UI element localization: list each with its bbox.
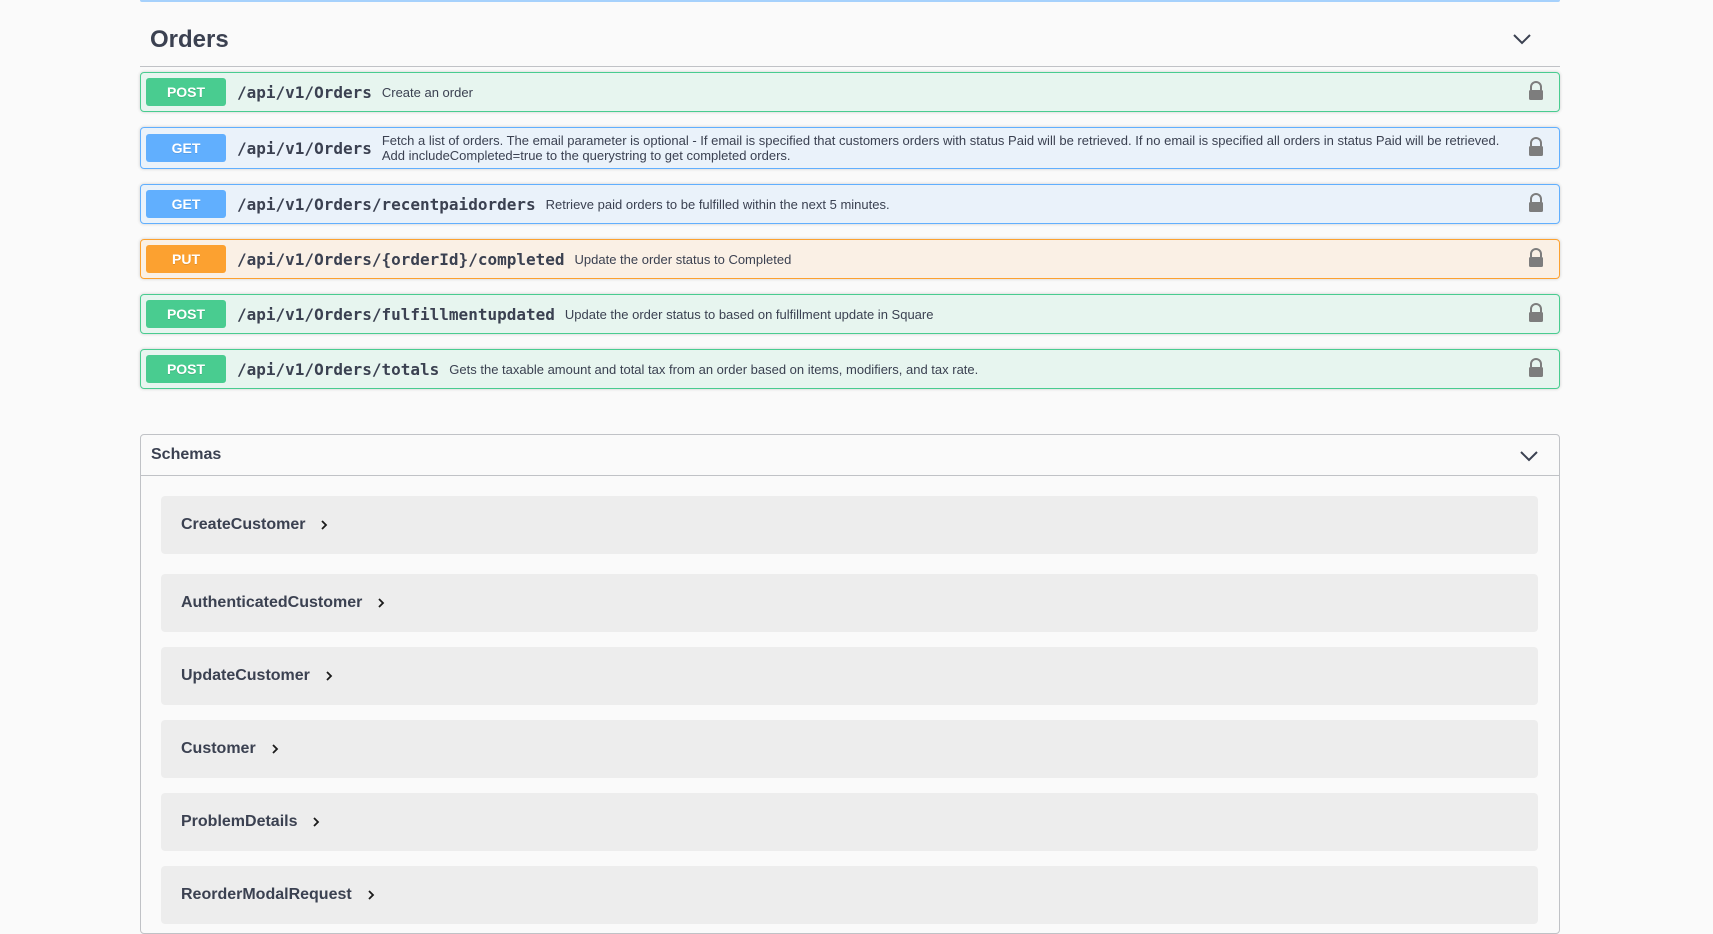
operation-path: /api/v1/Orders/fulfillmentupdated: [237, 304, 555, 324]
operation-path: /api/v1/Orders/recentpaidorders: [237, 194, 536, 214]
lock-icon[interactable]: [1527, 358, 1545, 378]
model-title: AuthenticatedCustomer: [181, 594, 386, 612]
operation-get-recentpaidorders[interactable]: GET /api/v1/Orders/recentpaidorders Retr…: [140, 184, 1560, 224]
operation-put-order-completed[interactable]: PUT /api/v1/Orders/{orderId}/completed U…: [140, 239, 1560, 279]
orders-tag-header[interactable]: Orders: [140, 0, 1560, 67]
model-name: ReorderModalRequest: [181, 886, 352, 903]
operation-path: /api/v1/Orders/{orderId}/completed: [237, 249, 565, 269]
model-title: ProblemDetails: [181, 813, 321, 831]
method-badge: GET: [146, 134, 226, 162]
schemas-section: Schemas CreateCustomer AuthenticatedCust…: [140, 434, 1560, 934]
chevron-right-icon[interactable]: [311, 816, 321, 828]
operation-post-fulfillmentupdated[interactable]: POST /api/v1/Orders/fulfillmentupdated U…: [140, 294, 1560, 334]
model-update-customer[interactable]: UpdateCustomer: [161, 647, 1538, 705]
model-name: ProblemDetails: [181, 813, 298, 830]
model-customer[interactable]: Customer: [161, 720, 1538, 778]
chevron-right-icon[interactable]: [319, 519, 329, 531]
operation-path: /api/v1/Orders/totals: [237, 359, 440, 379]
method-badge: PUT: [146, 245, 226, 273]
lock-icon[interactable]: [1527, 193, 1545, 213]
chevron-down-icon[interactable]: [1512, 29, 1532, 49]
chevron-right-icon[interactable]: [376, 597, 386, 609]
operation-path: /api/v1/Orders: [237, 82, 372, 102]
model-problem-details[interactable]: ProblemDetails: [161, 793, 1538, 851]
chevron-right-icon[interactable]: [324, 670, 334, 682]
operation-summary: Fetch a list of orders. The email parame…: [381, 133, 1500, 163]
model-name: UpdateCustomer: [181, 667, 310, 684]
model-name: Customer: [181, 740, 256, 757]
operation-get-orders[interactable]: GET /api/v1/Orders Fetch a list of order…: [140, 127, 1560, 169]
lock-icon[interactable]: [1527, 248, 1545, 268]
model-title: UpdateCustomer: [181, 667, 334, 685]
operation-path: /api/v1/Orders: [237, 138, 372, 158]
chevron-right-icon[interactable]: [366, 889, 376, 901]
model-reorder-modal-request[interactable]: ReorderModalRequest: [161, 866, 1538, 924]
method-badge: GET: [146, 190, 226, 218]
model-name: AuthenticatedCustomer: [181, 594, 363, 611]
tag-title: Orders: [150, 26, 229, 53]
operation-summary: Update the order status to Completed: [574, 251, 792, 267]
lock-icon[interactable]: [1527, 137, 1545, 157]
operation-summary: Create an order: [381, 84, 473, 100]
model-authenticated-customer[interactable]: AuthenticatedCustomer: [161, 574, 1538, 632]
method-badge: POST: [146, 355, 226, 383]
method-badge: POST: [146, 300, 226, 328]
model-name: CreateCustomer: [181, 516, 306, 533]
chevron-right-icon[interactable]: [270, 743, 280, 755]
operation-post-totals[interactable]: POST /api/v1/Orders/totals Gets the taxa…: [140, 349, 1560, 389]
operation-post-orders[interactable]: POST /api/v1/Orders Create an order: [140, 72, 1560, 112]
model-title: ReorderModalRequest: [181, 886, 376, 904]
operation-summary: Update the order status to based on fulf…: [564, 306, 934, 322]
schemas-header[interactable]: Schemas: [141, 435, 1559, 476]
chevron-down-icon[interactable]: [1519, 446, 1539, 466]
operation-summary: Retrieve paid orders to be fulfilled wit…: [545, 196, 890, 212]
lock-icon[interactable]: [1527, 81, 1545, 101]
model-create-customer[interactable]: CreateCustomer: [161, 496, 1538, 554]
model-title: Customer: [181, 740, 280, 758]
model-title: CreateCustomer: [181, 516, 329, 534]
method-badge: POST: [146, 78, 226, 106]
lock-icon[interactable]: [1527, 303, 1545, 323]
operation-summary: Gets the taxable amount and total tax fr…: [449, 361, 979, 377]
schemas-title: Schemas: [151, 446, 222, 463]
